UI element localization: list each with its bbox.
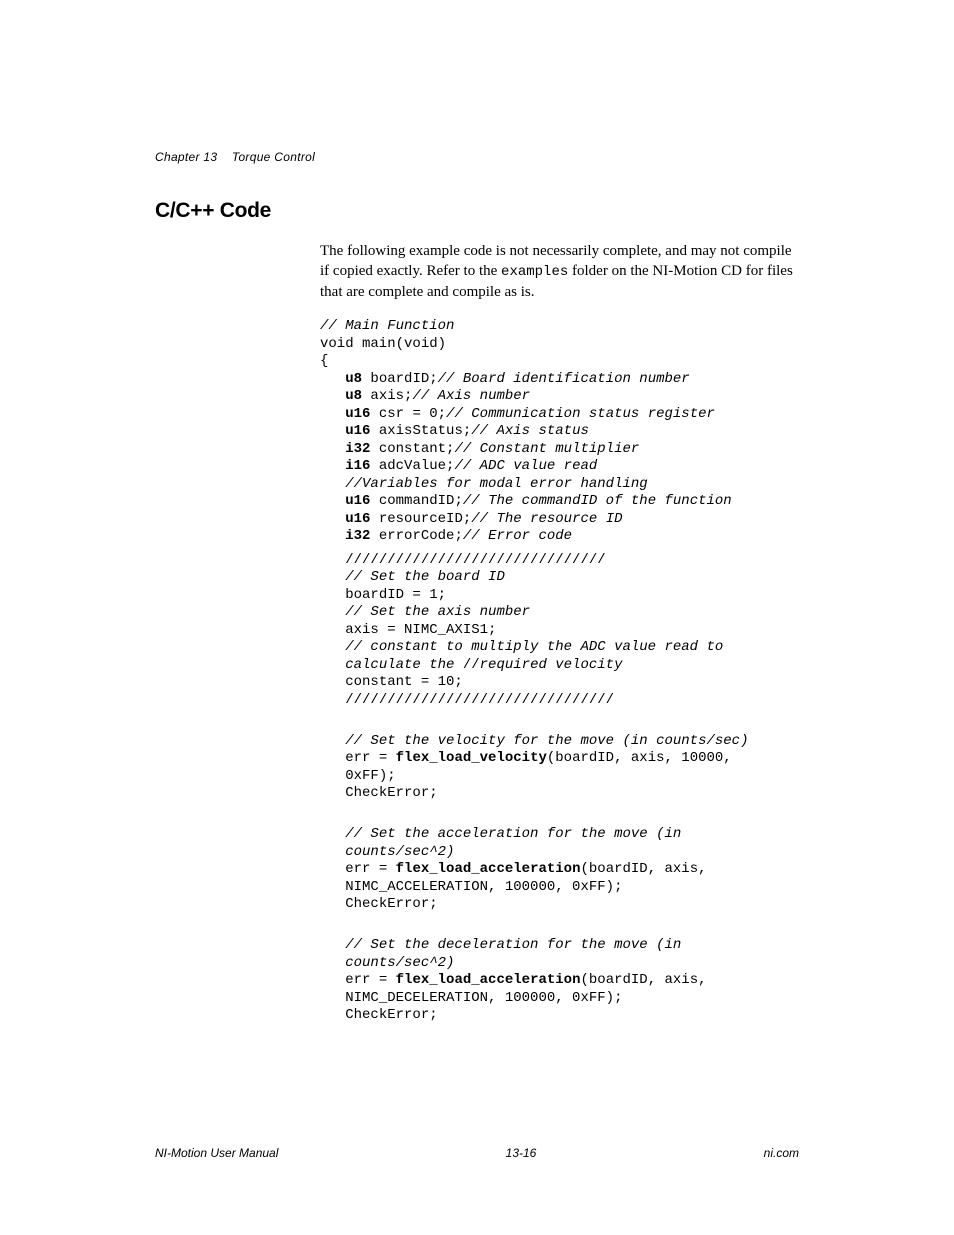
code-kw: i16 <box>345 458 370 474</box>
code-kw: u8 <box>345 388 362 404</box>
code-text: err = <box>345 750 395 766</box>
code-text: errorCode; <box>370 528 462 544</box>
code-line: /////////////////////////////// <box>345 552 605 568</box>
code-line: void main(void) <box>320 336 446 352</box>
code-comment: // Set the board ID <box>345 569 505 585</box>
code-line: axis = NIMC_AXIS1; <box>345 622 496 638</box>
code-kw: u16 <box>345 493 370 509</box>
code-comment: // Axis status <box>471 423 589 439</box>
code-line: NIMC_ACCELERATION, 100000, 0xFF); <box>345 879 622 895</box>
code-text: commandID; <box>370 493 462 509</box>
footer-center: 13-16 <box>506 1146 537 1160</box>
code-fn: flex_load_acceleration <box>396 972 581 988</box>
code-text: constant; <box>370 441 454 457</box>
chapter-number: Chapter 13 <box>155 150 217 164</box>
code-line: // Main Function <box>320 318 454 334</box>
code-text: (boardID, axis, <box>580 972 714 988</box>
chapter-header: Chapter 13 Torque Control <box>155 150 799 164</box>
code-text: err = <box>345 861 395 877</box>
intro-mono: examples <box>501 264 568 280</box>
code-comment: // Axis number <box>412 388 530 404</box>
code-comment: // Board identification number <box>438 371 690 387</box>
code-comment: // constant to multiply the ADC value re… <box>345 639 731 655</box>
chapter-title: Torque Control <box>232 150 315 164</box>
code-kw: i32 <box>345 528 370 544</box>
code-text: boardID; <box>362 371 438 387</box>
section-heading: C/C++ Code <box>155 199 799 223</box>
code-line: constant = 10; <box>345 674 463 690</box>
code-text: csr = 0; <box>370 406 446 422</box>
code-comment: // Set the acceleration for the move (in <box>345 826 689 842</box>
code-text: (boardID, axis, <box>580 861 714 877</box>
code-text: // <box>463 657 480 673</box>
code-line: CheckError; <box>345 1007 437 1023</box>
code-line: CheckError; <box>345 896 437 912</box>
page-footer: NI-Motion User Manual 13-16 ni.com <box>155 1146 799 1160</box>
code-kw: u8 <box>345 371 362 387</box>
code-line: { <box>320 353 328 369</box>
code-comment: required velocity <box>480 657 623 673</box>
code-kw: u16 <box>345 423 370 439</box>
code-text: axisStatus; <box>370 423 471 439</box>
code-kw: i32 <box>345 441 370 457</box>
code-comment: // Set the deceleration for the move (in <box>345 937 689 953</box>
code-comment: // Communication status register <box>446 406 715 422</box>
code-kw: u16 <box>345 511 370 527</box>
code-block: // Main Function void main(void) { u8 bo… <box>320 318 799 1025</box>
code-comment: // Error code <box>463 528 572 544</box>
code-comment: //Variables for modal error handling <box>345 476 647 492</box>
code-fn: flex_load_acceleration <box>396 861 581 877</box>
code-comment: // Set the axis number <box>345 604 530 620</box>
footer-right: ni.com <box>764 1146 799 1160</box>
code-kw: u16 <box>345 406 370 422</box>
code-comment: calculate the <box>345 657 463 673</box>
code-comment: // ADC value read <box>454 458 597 474</box>
code-text: adcValue; <box>370 458 454 474</box>
code-line: NIMC_DECELERATION, 100000, 0xFF); <box>345 990 622 1006</box>
code-comment: // The resource ID <box>471 511 622 527</box>
code-fn: flex_load_velocity <box>396 750 547 766</box>
code-comment: counts/sec^2) <box>345 955 454 971</box>
code-line: boardID = 1; <box>345 587 446 603</box>
code-comment: // The commandID of the function <box>463 493 732 509</box>
code-line: 0xFF); <box>345 768 395 784</box>
code-comment: counts/sec^2) <box>345 844 454 860</box>
code-comment: // Set the velocity for the move (in cou… <box>345 733 748 749</box>
code-comment: // Constant multiplier <box>454 441 639 457</box>
code-text: (boardID, axis, 10000, <box>547 750 740 766</box>
intro-paragraph: The following example code is not necess… <box>320 241 799 302</box>
code-text: err = <box>345 972 395 988</box>
code-line: CheckError; <box>345 785 437 801</box>
page-content: Chapter 13 Torque Control C/C++ Code The… <box>0 0 954 1105</box>
footer-left: NI-Motion User Manual <box>155 1146 278 1160</box>
code-text: axis; <box>362 388 412 404</box>
code-text: resourceID; <box>370 511 471 527</box>
code-line: //////////////////////////////// <box>345 692 614 708</box>
